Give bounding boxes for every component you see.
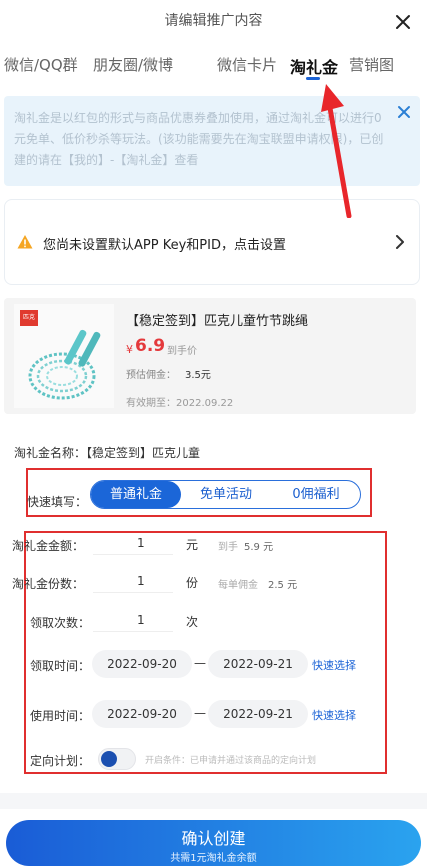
shares-label: 淘礼金份数：	[12, 577, 85, 591]
shares-hint-value: 2.5 元	[268, 580, 298, 591]
product-card: 匹克 【稳定签到】匹克儿童竹节跳绳 ¥ 6.9 到手价 预估佣金： 3.5元 有…	[4, 298, 416, 414]
shares-input[interactable]: 1	[93, 569, 173, 593]
use-time-label: 使用时间：	[30, 709, 91, 723]
times-label: 领取次数：	[30, 616, 91, 630]
quick-fill-option-zero-commission[interactable]: 0佣福利	[271, 481, 361, 508]
amount-label: 淘礼金金额：	[12, 539, 85, 553]
warning-icon	[17, 235, 33, 249]
taolijin-name-row: 淘礼金名称：【稳定签到】匹克儿童	[14, 444, 200, 461]
product-price: 6.9	[135, 336, 166, 356]
price-symbol: ¥	[126, 343, 133, 356]
section-divider	[0, 793, 427, 809]
name-value[interactable]: 【稳定签到】匹克儿童	[86, 446, 200, 460]
receive-date-separator: —	[194, 656, 206, 670]
tab-taolijin[interactable]: 淘礼金	[290, 54, 338, 78]
tab-wechat-qq[interactable]: 微信/QQ群	[4, 54, 78, 75]
receive-quick-select-link[interactable]: 快速选择	[312, 657, 356, 673]
chevron-right-icon	[396, 235, 404, 249]
tab-moments-weibo[interactable]: 朋友圈/微博	[93, 54, 173, 75]
tab-bar: 微信/QQ群 朋友圈/微博 微信卡片 淘礼金 营销图	[0, 50, 427, 86]
tab-marketing-image[interactable]: 营销图	[349, 54, 394, 75]
close-icon[interactable]	[393, 12, 413, 32]
receive-time-label: 领取时间：	[30, 659, 91, 673]
tab-wechat-card[interactable]: 微信卡片	[217, 54, 277, 75]
receive-end-date[interactable]: 2022-09-21	[208, 650, 308, 678]
toggle-knob	[101, 751, 117, 767]
header: 请编辑推广内容	[0, 0, 427, 40]
amount-input[interactable]: 1	[93, 531, 173, 555]
receive-start-date[interactable]: 2022-09-20	[92, 650, 192, 678]
amount-hint-value: 5.9 元	[244, 542, 274, 553]
amount-hint-label: 到手	[218, 542, 238, 553]
product-image: 匹克	[14, 304, 114, 408]
warning-text: 您尚未设置默认APP Key和PID，点击设置	[43, 238, 286, 253]
use-end-date[interactable]: 2022-09-21	[208, 700, 308, 728]
target-plan-toggle[interactable]	[98, 748, 136, 770]
commission-label: 预估佣金：	[126, 370, 176, 381]
quick-fill-segmented-control: 普通礼金 免单活动 0佣福利	[90, 480, 361, 509]
price-suffix: 到手价	[167, 346, 197, 357]
times-unit: 次	[186, 615, 199, 629]
use-quick-select-link[interactable]: 快速选择	[312, 707, 356, 723]
annotation-arrow	[321, 84, 352, 218]
name-label: 淘礼金名称：	[14, 446, 87, 460]
quick-fill-option-free[interactable]: 免单活动	[181, 481, 271, 508]
target-plan-hint: 开启条件：已申请并通过该商品的定向计划	[145, 756, 317, 766]
confirm-create-button[interactable]: 确认创建 共需1元淘礼金余额	[6, 820, 421, 866]
target-plan-label: 定向计划：	[30, 754, 91, 768]
quick-fill-option-normal[interactable]: 普通礼金	[91, 481, 181, 508]
use-start-date[interactable]: 2022-09-20	[92, 700, 192, 728]
product-expire: 有效期至：2022.09.22	[126, 398, 234, 409]
product-title: 【稳定签到】匹克儿童竹节跳绳	[126, 314, 309, 329]
confirm-create-sublabel: 共需1元淘礼金余额	[170, 853, 257, 864]
use-date-separator: —	[194, 706, 206, 720]
confirm-create-label: 确认创建	[181, 829, 246, 848]
commission-value: 3.5元	[185, 370, 211, 381]
shares-unit: 份	[186, 576, 199, 590]
quick-fill-label: 快速填写：	[27, 495, 88, 509]
active-tab-indicator	[306, 77, 320, 80]
page-title: 请编辑推广内容	[164, 13, 263, 29]
amount-unit: 元	[186, 538, 199, 552]
times-input[interactable]: 1	[93, 608, 173, 632]
close-icon[interactable]	[396, 104, 412, 120]
form-annotation-box	[24, 531, 387, 774]
jump-rope-illustration	[28, 329, 101, 400]
shares-hint-label: 每单佣金	[218, 580, 258, 591]
